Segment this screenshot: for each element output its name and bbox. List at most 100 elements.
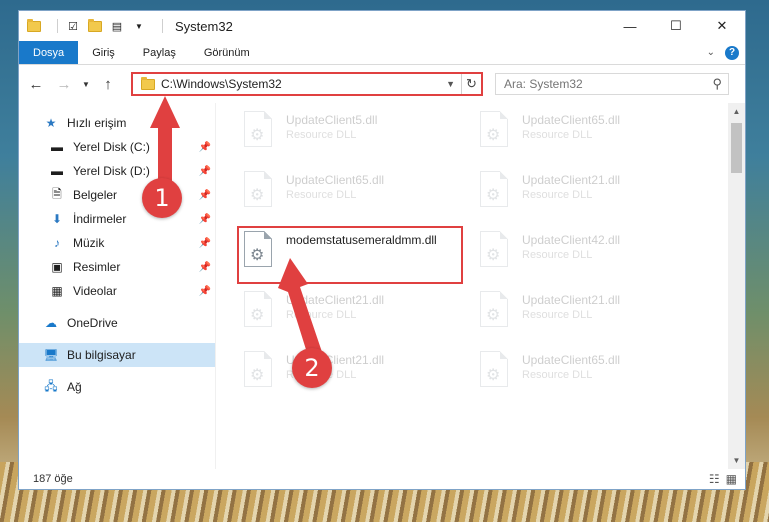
pin-icon: 📌: [198, 165, 211, 177]
music-icon: ♪: [54, 236, 60, 250]
file-description: Resource DLL: [522, 189, 593, 201]
large-icons-view-icon[interactable]: ▦: [726, 472, 737, 486]
sidebar-item-label: Yerel Disk (D:): [73, 164, 150, 178]
sidebar-item-label: Yerel Disk (C:): [73, 140, 150, 154]
search-input[interactable]: [504, 77, 694, 91]
sidebar-item-label: Müzik: [73, 236, 105, 250]
navigation-pane: ★ Hızlı erişim ▬ Yerel Disk (C:) 📌 ▬ Yer…: [19, 103, 215, 469]
file-name: UpdateClient5.dll: [286, 113, 378, 127]
pin-icon: 📌: [198, 237, 211, 249]
vertical-scrollbar[interactable]: ▲ ▼: [728, 103, 745, 469]
search-icon[interactable]: ⚲: [712, 76, 728, 92]
video-icon: ▦: [51, 284, 63, 298]
file-tile[interactable]: ⚙ UpdateClient21.dll Resource DLL: [476, 171, 696, 223]
scroll-thumb[interactable]: [731, 123, 742, 173]
close-button[interactable]: ✕: [699, 11, 745, 41]
network-icon: 🖧: [44, 378, 58, 393]
dll-file-icon: ⚙: [240, 291, 276, 331]
sidebar-item-label: Belgeler: [73, 188, 118, 202]
title-bar: ☑ ▤ ▼ System32 — ☐ ✕: [19, 11, 745, 41]
expand-ribbon-icon[interactable]: ⌄: [707, 47, 715, 58]
search-box[interactable]: ⚲: [495, 73, 729, 95]
pin-icon: 📌: [198, 189, 211, 201]
dll-file-icon: ⚙: [240, 231, 276, 271]
sidebar-item-pictures[interactable]: ▣ Resimler 📌: [19, 255, 215, 279]
file-tile[interactable]: ⚙ UpdateClient21.dll Resource DLL: [476, 291, 696, 343]
file-description: Resource DLL: [286, 129, 357, 141]
pictures-icon: ▣: [51, 260, 63, 274]
dll-file-icon: ⚙: [240, 351, 276, 391]
tab-file[interactable]: Dosya: [19, 41, 79, 64]
dll-file-icon: ⚙: [240, 111, 276, 151]
pin-icon: 📌: [198, 261, 211, 273]
refresh-button[interactable]: ↻: [461, 74, 481, 94]
file-description: Resource DLL: [522, 249, 593, 261]
dll-file-icon: ⚙: [240, 171, 276, 211]
sidebar-item-downloads[interactable]: ⬇ İndirmeler 📌: [19, 207, 215, 231]
recent-locations-icon[interactable]: ▼: [81, 80, 91, 89]
divider: [57, 19, 58, 33]
up-button[interactable]: ↑: [97, 76, 119, 93]
chevron-down-icon[interactable]: ▼: [440, 79, 461, 89]
maximize-button[interactable]: ☐: [653, 11, 699, 41]
dll-file-icon: ⚙: [476, 171, 512, 211]
dll-file-icon: ⚙: [476, 231, 512, 271]
file-name: UpdateClient21.dll: [286, 293, 385, 307]
quick-access-toolbar-icon[interactable]: ▤: [110, 20, 124, 33]
dll-file-icon: ⚙: [476, 351, 512, 391]
sidebar-item-music[interactable]: ♪ Müzik 📌: [19, 231, 215, 255]
sidebar-item-quick-access[interactable]: ★ Hızlı erişim: [19, 111, 215, 135]
sidebar-item-drive-d[interactable]: ▬ Yerel Disk (D:) 📌: [19, 159, 215, 183]
computer-icon: 🖥: [43, 348, 59, 362]
pin-icon: 📌: [198, 141, 211, 153]
ribbon-tabs: Dosya Giriş Paylaş Görünüm ⌄ ?: [19, 41, 745, 65]
file-description: Resource DLL: [286, 189, 357, 201]
properties-icon[interactable]: ☑: [66, 20, 80, 33]
document-icon: 🗎: [52, 186, 62, 201]
new-folder-icon[interactable]: [88, 18, 102, 32]
sidebar-item-onedrive[interactable]: ☁ OneDrive: [19, 311, 215, 335]
file-tile[interactable]: ⚙ UpdateClient5.dll Resource DLL: [240, 111, 460, 163]
sidebar-item-drive-c[interactable]: ▬ Yerel Disk (C:) 📌: [19, 135, 215, 159]
file-name: UpdateClient21.dll: [522, 173, 621, 187]
sidebar-item-videos[interactable]: ▦ Videolar 📌: [19, 279, 215, 303]
sidebar-item-label: Videolar: [73, 284, 117, 298]
help-icon[interactable]: ?: [725, 45, 739, 60]
file-tile[interactable]: ⚙ UpdateClient21.dllResource DLL: [240, 351, 460, 403]
sidebar-item-this-pc[interactable]: 🖥 Bu bilgisayar: [19, 343, 215, 367]
star-icon: ★: [45, 116, 57, 130]
chevron-down-icon[interactable]: ▼: [132, 20, 146, 32]
scroll-up-icon[interactable]: ▲: [728, 103, 745, 120]
window-title: System32: [175, 18, 233, 34]
forward-button[interactable]: →: [53, 76, 75, 93]
file-tile-highlighted[interactable]: ⚙ modemstatusemeraldmm.dll: [240, 231, 460, 283]
sidebar-item-documents[interactable]: 🗎 Belgeler 📌: [19, 183, 215, 207]
sidebar-item-network[interactable]: 🖧 Ağ: [19, 375, 215, 399]
file-tile[interactable]: ⚙ UpdateClient65.dll Resource DLL: [476, 351, 696, 403]
details-view-icon[interactable]: ☷: [709, 472, 720, 486]
file-name: UpdateClient21.dll: [522, 293, 621, 307]
file-tile[interactable]: ⚙ UpdateClient65.dll Resource DLL: [240, 171, 460, 223]
back-button[interactable]: ←: [25, 76, 47, 93]
sidebar-item-label: Bu bilgisayar: [67, 348, 136, 362]
file-tile[interactable]: ⚙ UpdateClient42.dll Resource DLL: [476, 231, 696, 283]
item-count: 187 öğe: [33, 473, 73, 485]
address-bar[interactable]: C:\Windows\System32 ▼ ↻: [131, 72, 483, 96]
scroll-down-icon[interactable]: ▼: [728, 452, 745, 469]
dll-file-icon: ⚙: [476, 291, 512, 331]
tab-share[interactable]: Paylaş: [129, 41, 190, 64]
file-description: Resource DLL: [522, 369, 593, 381]
drive-icon: ▬: [51, 140, 63, 154]
pin-icon: 📌: [198, 285, 211, 297]
tab-home[interactable]: Giriş: [78, 41, 129, 64]
tab-view[interactable]: Görünüm: [190, 41, 264, 64]
folder-icon: [27, 18, 41, 32]
file-tile[interactable]: ⚙ UpdateClient21.dllResource DLL: [240, 291, 460, 343]
file-tile[interactable]: ⚙ UpdateClient65.dll Resource DLL: [476, 111, 696, 163]
file-description: Resource DLL: [522, 309, 593, 321]
cloud-icon: ☁: [45, 316, 57, 330]
file-explorer-window: ☑ ▤ ▼ System32 — ☐ ✕ Dosya Giriş Paylaş …: [18, 10, 746, 490]
minimize-button[interactable]: —: [607, 11, 653, 41]
file-name: UpdateClient65.dll: [286, 173, 385, 187]
file-description: Resource DLL: [522, 129, 593, 141]
